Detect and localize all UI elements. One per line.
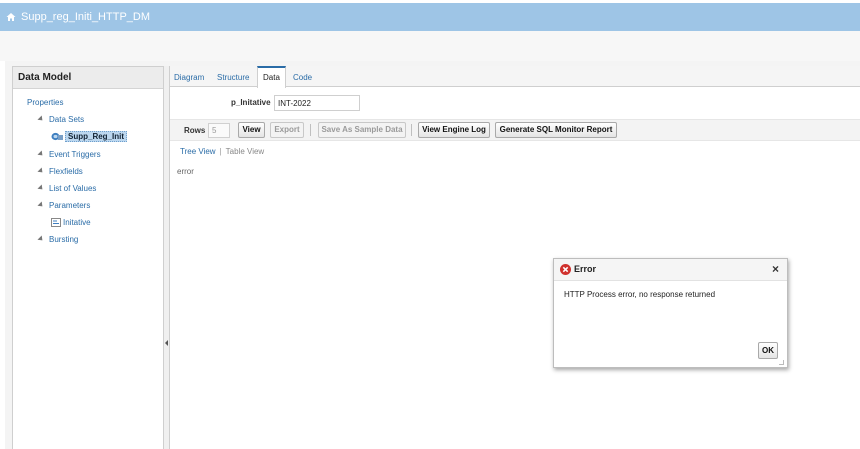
tab-label: Data bbox=[263, 73, 280, 82]
resize-handle-icon[interactable] bbox=[779, 360, 784, 365]
tab-bar: Diagram Structure Data Code bbox=[170, 66, 860, 88]
data-output-text: error bbox=[177, 167, 194, 176]
tree-item-properties[interactable]: Properties bbox=[27, 98, 63, 107]
expand-triangle-icon[interactable] bbox=[37, 115, 45, 123]
parameter-label: p_Initative bbox=[231, 98, 271, 107]
rows-label: Rows bbox=[184, 126, 206, 135]
dialog-header: Error × bbox=[554, 259, 787, 281]
data-model-panel: Data Model bbox=[12, 66, 164, 449]
expand-triangle-icon[interactable] bbox=[37, 201, 45, 209]
tab-data[interactable]: Data bbox=[257, 66, 286, 88]
tree-item-event-triggers[interactable]: Event Triggers bbox=[37, 150, 101, 159]
dialog-title: Error bbox=[574, 264, 597, 274]
tree-item-label: Bursting bbox=[49, 235, 79, 244]
tree-item-label: Flexfields bbox=[49, 167, 83, 176]
tree-item-list-of-values[interactable]: List of Values bbox=[37, 184, 97, 193]
tab-structure[interactable]: Structure bbox=[217, 73, 249, 82]
view-button[interactable]: View bbox=[238, 122, 265, 138]
tree-item-label: Supp_Reg_Init bbox=[65, 131, 128, 142]
view-engine-log-button[interactable]: View Engine Log bbox=[418, 122, 490, 138]
rows-input[interactable] bbox=[208, 123, 230, 138]
generate-sql-monitor-report-button[interactable]: Generate SQL Monitor Report bbox=[495, 122, 617, 138]
error-dialog: Error × HTTP Process error, no response … bbox=[553, 258, 788, 368]
save-as-sample-data-button[interactable]: Save As Sample Data bbox=[318, 122, 406, 138]
tree-view-link[interactable]: Tree View bbox=[180, 147, 216, 156]
toolbar-separator bbox=[411, 124, 412, 136]
data-model-title: Data Model bbox=[18, 72, 72, 83]
collapse-arrow-icon[interactable] bbox=[165, 340, 168, 346]
expand-triangle-icon[interactable] bbox=[37, 167, 45, 175]
page-title: Supp_reg_Initi_HTTP_DM bbox=[21, 11, 151, 23]
tab-code[interactable]: Code bbox=[293, 73, 312, 82]
tree-item-label: Data Sets bbox=[49, 115, 85, 124]
tree-item-label: List of Values bbox=[49, 184, 97, 193]
tree-item-label: Initative bbox=[63, 218, 91, 227]
home-icon[interactable] bbox=[6, 12, 16, 22]
data-toolbar: Rows View Export Save As Sample Data Vie… bbox=[170, 119, 860, 141]
parameter-input[interactable] bbox=[274, 95, 360, 111]
tree-item-label: Event Triggers bbox=[49, 150, 101, 159]
toolbar-separator bbox=[310, 124, 311, 136]
tree-item-data-sets[interactable]: Data Sets bbox=[37, 115, 85, 124]
table-view-link[interactable]: Table View bbox=[226, 147, 265, 156]
tree-item-bursting[interactable]: Bursting bbox=[37, 235, 79, 244]
view-switcher: Tree View | Table View bbox=[180, 147, 264, 156]
dialog-message: HTTP Process error, no response returned bbox=[564, 290, 716, 299]
header-band bbox=[0, 31, 860, 61]
tree-item-parameters[interactable]: Parameters bbox=[37, 201, 91, 210]
expand-triangle-icon[interactable] bbox=[37, 184, 45, 192]
parameter-icon bbox=[51, 218, 61, 227]
view-separator: | bbox=[219, 147, 222, 156]
data-model-header: Data Model bbox=[13, 67, 163, 89]
tree-item-dataset-supp-reg-init[interactable]: Supp_Reg_Init bbox=[51, 131, 128, 142]
tree-item-parameter-initative[interactable]: Initative bbox=[51, 218, 91, 227]
export-button[interactable]: Export bbox=[270, 122, 304, 138]
expand-triangle-icon[interactable] bbox=[37, 235, 45, 243]
expand-triangle-icon[interactable] bbox=[37, 150, 45, 158]
dataset-icon bbox=[51, 132, 63, 141]
tree-item-flexfields[interactable]: Flexfields bbox=[37, 167, 83, 176]
close-icon[interactable]: × bbox=[772, 262, 779, 276]
tab-diagram[interactable]: Diagram bbox=[174, 73, 204, 82]
app-header: Supp_reg_Initi_HTTP_DM bbox=[0, 3, 860, 31]
ok-button[interactable]: OK bbox=[758, 342, 778, 359]
error-icon bbox=[560, 264, 571, 275]
tree-item-label: Parameters bbox=[49, 201, 91, 210]
